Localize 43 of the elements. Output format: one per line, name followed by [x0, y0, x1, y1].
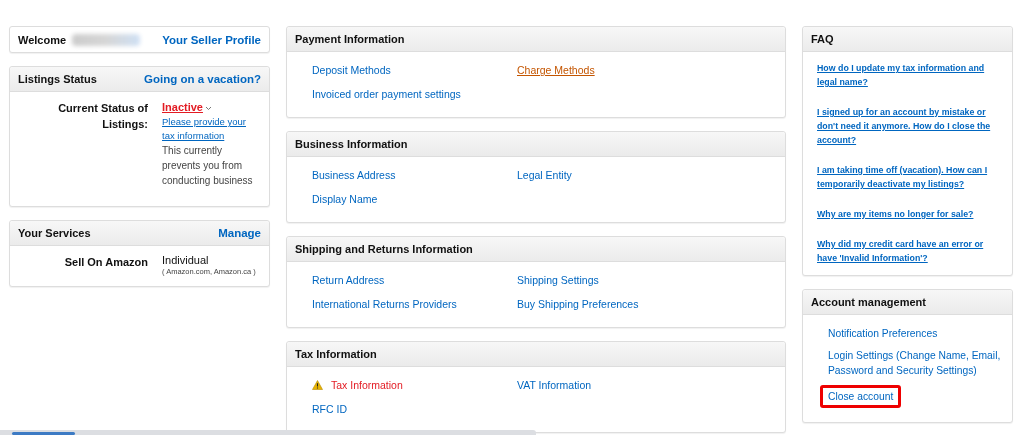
settings-link[interactable]: Deposit Methods	[312, 63, 391, 77]
service-name: Sell On Amazon	[63, 255, 148, 270]
service-plan: Individual	[162, 254, 210, 266]
faq-link[interactable]: I signed up for an account by mistake or don't need it anymore. How do I close the account?	[817, 105, 1004, 147]
blurred-name	[72, 33, 141, 46]
panel-title: Listings Status	[18, 73, 97, 85]
account-link[interactable]: Close account	[820, 385, 902, 408]
panel-title: Your Services	[18, 227, 91, 239]
faq-link[interactable]: Why did my credit card have an error or have 'Invalid Information'?	[817, 237, 1004, 265]
account-link[interactable]: Notification Preferences	[828, 326, 938, 341]
tax-info-link[interactable]: Please provide your tax information	[162, 115, 261, 143]
status-note: This currently prevents you from conducting business	[162, 144, 254, 188]
panel-title: Tax Information	[295, 348, 377, 360]
caret-icon[interactable]	[204, 105, 212, 111]
settings-link[interactable]: Return Address	[312, 273, 385, 287]
settings-link[interactable]: VAT Information	[517, 378, 592, 392]
header-link[interactable]: Going on a vacation?	[144, 73, 261, 85]
panel-title: Business Information	[295, 138, 408, 150]
faq-link[interactable]: Why are my items no longer for sale?	[817, 207, 1004, 221]
settings-link[interactable]: Business Address	[312, 168, 396, 182]
settings-link[interactable]: Legal Entity	[517, 168, 572, 182]
faq-link[interactable]: How do I update my tax information and legal name?	[817, 61, 1004, 89]
settings-link[interactable]: Display Name	[312, 192, 378, 206]
settings-link[interactable]: Shipping Settings	[517, 273, 599, 287]
account-link[interactable]: Login Settings (Change Name, Email, Password and Security Settings)	[828, 348, 1006, 378]
status-label: Current Status of Listings:	[57, 101, 148, 132]
panel-title: FAQ	[811, 33, 834, 45]
seller-profile-link[interactable]: Your Seller Profile	[162, 33, 261, 46]
welcome-label: Welcome	[18, 33, 67, 46]
warning-icon	[312, 380, 323, 390]
panel-title: Shipping and Returns Information	[295, 243, 473, 255]
settings-link[interactable]: Charge Methods	[517, 63, 595, 77]
panel-title: Account management	[811, 296, 926, 308]
settings-link[interactable]: Invoiced order payment settings	[312, 87, 461, 101]
settings-link[interactable]: RFC ID	[312, 402, 347, 416]
settings-link[interactable]: Tax Information	[312, 378, 403, 392]
scrollbar-thumb[interactable]	[12, 432, 75, 435]
panel-title: Payment Information	[295, 33, 405, 45]
scrollbar[interactable]	[0, 430, 536, 435]
faq-link[interactable]: I am taking time off (vacation). How can I temporarily deactivate my listings?	[817, 163, 1004, 191]
header-link[interactable]: Manage	[218, 227, 261, 239]
settings-link[interactable]: International Returns Providers	[312, 297, 457, 311]
settings-link[interactable]: Buy Shipping Preferences	[517, 297, 639, 311]
